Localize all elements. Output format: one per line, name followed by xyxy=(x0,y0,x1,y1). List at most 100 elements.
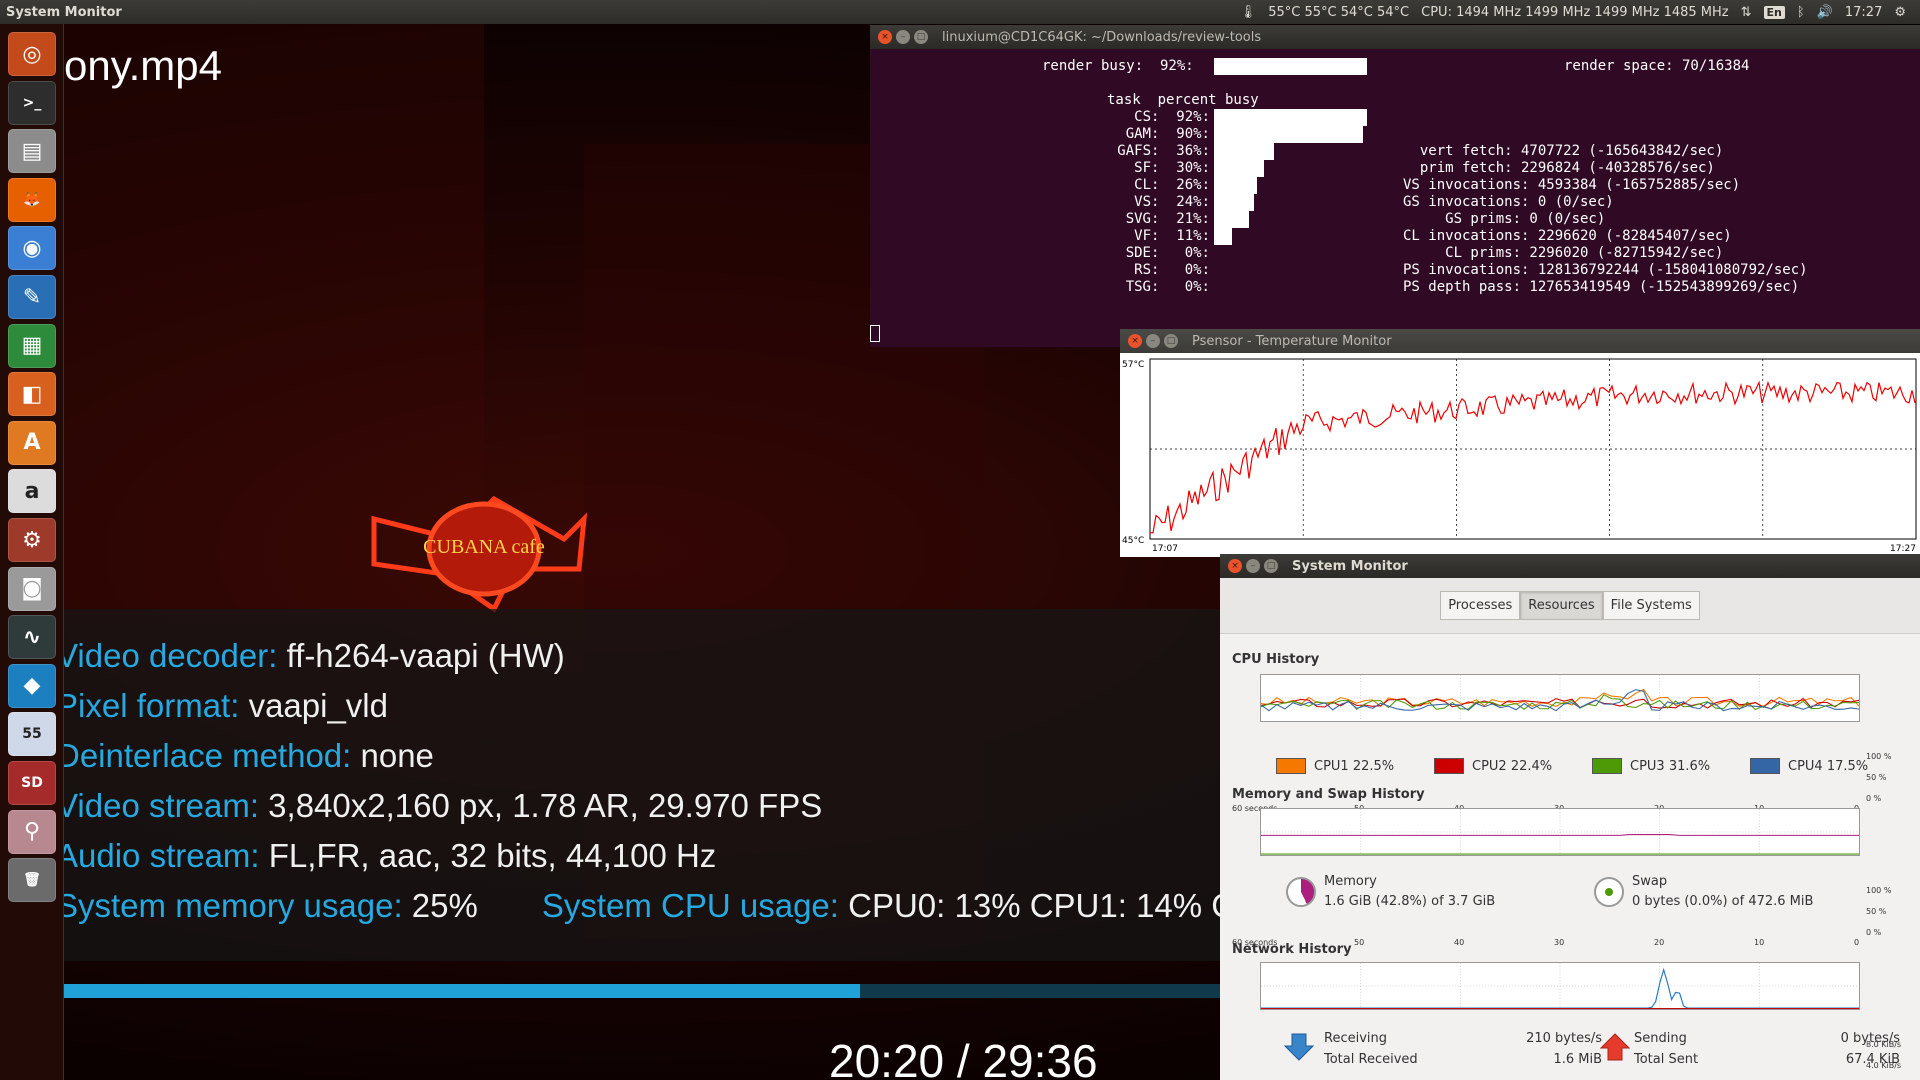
tab-resources[interactable]: Resources xyxy=(1520,591,1603,620)
temperature-graph: 57°C 45°C 17:07 17:27 xyxy=(1122,358,1917,554)
close-icon[interactable]: × xyxy=(1128,334,1142,348)
temperature-readout[interactable]: 55°C 55°C 54°C 54°C xyxy=(1268,5,1409,20)
receiving-arrow-icon[interactable] xyxy=(1284,1032,1314,1062)
cpu-legend-item[interactable]: CPU4 17.5% xyxy=(1750,758,1868,774)
sysmon-titlebar[interactable]: × – □ System Monitor xyxy=(1220,554,1920,578)
cpu-frequency-readout[interactable]: CPU: 1494 MHz 1499 MHz 1499 MHz 1485 MHz xyxy=(1421,5,1728,20)
memory-history-graph xyxy=(1260,808,1860,856)
sysmon-title: System Monitor xyxy=(1292,558,1408,574)
network-icon[interactable]: ⇅ xyxy=(1741,5,1752,20)
cpu-color-swatch[interactable] xyxy=(1750,758,1780,774)
psensor-window[interactable]: × – □ Psensor - Temperature Monitor 57°C… xyxy=(1120,329,1920,557)
task-row: GAFS: 36%: xyxy=(1117,143,1210,159)
task-busy-bar xyxy=(1214,109,1367,126)
gear-icon[interactable]: ⚙ xyxy=(1894,5,1906,20)
sending-rate: 0 bytes/s xyxy=(1840,1031,1900,1046)
cpu-legend-label: CPU3 31.6% xyxy=(1630,758,1711,774)
cpu-color-swatch[interactable] xyxy=(1434,758,1464,774)
y-min-label: 45°C xyxy=(1122,536,1144,546)
task-busy-bar xyxy=(1214,228,1233,245)
codec-info-label: System CPU usage: xyxy=(541,887,849,924)
cpu-legend-item[interactable]: CPU3 31.6% xyxy=(1592,758,1710,774)
gpu-stat-line: GS invocations: 0 (0/sec) xyxy=(1403,194,1614,210)
terminal-titlebar[interactable]: × – □ linuxium@CD1C64GK: ~/Downloads/rev… xyxy=(870,25,1920,49)
clock[interactable]: 17:27 xyxy=(1845,5,1882,20)
codec-info-value: CPU0: 13% CPU1: 14% CP xyxy=(848,887,1258,924)
files-icon[interactable]: ▤ xyxy=(8,129,56,174)
thermometer-icon[interactable]: 🌡 xyxy=(1240,5,1257,20)
kodi-icon[interactable]: ◆ xyxy=(8,663,56,708)
cpu-legend-label: CPU2 22.4% xyxy=(1472,758,1553,774)
usb-drive-icon[interactable]: ⚲ xyxy=(8,809,56,854)
task-header: task percent busy xyxy=(1107,92,1259,108)
amazon-icon[interactable]: a xyxy=(8,469,56,514)
psensor-icon[interactable]: 55 xyxy=(8,712,56,757)
codec-info-label: Audio stream: xyxy=(64,837,269,874)
cpu-legend-item[interactable]: CPU1 22.5% xyxy=(1276,758,1394,774)
calc-icon[interactable]: ▦ xyxy=(8,323,56,368)
cpu-legend-label: CPU4 17.5% xyxy=(1788,758,1869,774)
ubuntu-dash-icon[interactable]: ◎ xyxy=(8,32,56,76)
trash-icon[interactable]: 🗑 xyxy=(8,858,56,903)
keyboard-layout-indicator[interactable]: En xyxy=(1763,5,1785,19)
tab-file-systems[interactable]: File Systems xyxy=(1602,591,1700,620)
settings-icon[interactable]: ⚙ xyxy=(8,518,56,562)
swap-label: Swap xyxy=(1632,874,1668,889)
codec-info-line: Video decoder: ff-h264-vaapi (HW) xyxy=(64,637,565,675)
render-busy-bar xyxy=(1214,58,1367,75)
gpu-stat-line: CL prims: 2296020 (-82715942/sec) xyxy=(1403,245,1724,261)
playback-progress-bar[interactable] xyxy=(64,984,1224,998)
tab-processes[interactable]: Processes xyxy=(1440,591,1521,620)
x-axis-label: 0 xyxy=(1854,938,1860,947)
codec-info-line: Deinterlace method: none xyxy=(64,737,434,775)
task-row: SF: 30%: xyxy=(1134,160,1210,176)
codec-info-line: Video stream: 3,840x2,160 px, 1.78 AR, 2… xyxy=(64,787,822,825)
x-axis-label: 40 xyxy=(1454,938,1465,947)
impress-icon[interactable]: ◧ xyxy=(8,372,56,417)
chrome-icon[interactable]: ◉ xyxy=(8,226,56,271)
terminal-icon[interactable]: >_ xyxy=(8,80,56,125)
cpu-history-heading: CPU History xyxy=(1232,652,1320,667)
y-axis-label: 100 % xyxy=(1866,886,1892,895)
y-max-label: 57°C xyxy=(1122,360,1144,370)
cpu-color-swatch[interactable] xyxy=(1276,758,1306,774)
bluetooth-icon[interactable]: ᛒ xyxy=(1797,5,1805,20)
total-received-label: Total Received xyxy=(1324,1052,1418,1067)
cpu-legend-item[interactable]: CPU2 22.4% xyxy=(1434,758,1552,774)
maximize-icon[interactable]: □ xyxy=(1264,559,1278,573)
task-row: CL: 26%: xyxy=(1134,177,1210,193)
minimize-icon[interactable]: – xyxy=(1246,559,1260,573)
minimize-icon[interactable]: – xyxy=(896,30,910,44)
task-row: VS: 24%: xyxy=(1134,194,1210,210)
camera-icon[interactable]: ◙ xyxy=(8,566,56,611)
sending-arrow-icon[interactable] xyxy=(1600,1032,1630,1062)
render-busy-label: render busy: 92%: xyxy=(1042,58,1194,74)
volume-icon[interactable]: 🔊 xyxy=(1817,5,1833,20)
receiving-label: Receiving xyxy=(1324,1031,1388,1046)
software-center-icon[interactable]: A xyxy=(8,420,56,465)
system-monitor-window[interactable]: × – □ System Monitor Processes Resources… xyxy=(1220,554,1920,1080)
maximize-icon[interactable]: □ xyxy=(1164,334,1178,348)
close-icon[interactable]: × xyxy=(878,30,892,44)
close-icon[interactable]: × xyxy=(1228,559,1242,573)
codec-info-value: vaapi_vld xyxy=(248,687,388,724)
firefox-icon[interactable]: 🦊 xyxy=(8,177,56,222)
task-row: RS: 0%: xyxy=(1134,262,1210,278)
psensor-titlebar[interactable]: × – □ Psensor - Temperature Monitor xyxy=(1120,329,1920,353)
codec-info-value: 25% xyxy=(411,887,478,924)
terminal-output[interactable]: render busy: 92%: render space: 70/16384… xyxy=(870,49,1920,347)
system-monitor-icon[interactable]: ∿ xyxy=(8,615,56,660)
memory-pie-icon[interactable] xyxy=(1286,877,1316,907)
swap-pie-icon[interactable] xyxy=(1594,877,1624,907)
cpu-legend-label: CPU1 22.5% xyxy=(1314,758,1395,774)
cpu-color-swatch[interactable] xyxy=(1592,758,1622,774)
maximize-icon[interactable]: □ xyxy=(914,30,928,44)
writer-icon[interactable]: ✎ xyxy=(8,275,56,319)
sd-card-icon[interactable]: SD xyxy=(8,761,56,805)
playback-time: 20:20 / 29:36 xyxy=(829,1035,1098,1080)
minimize-icon[interactable]: – xyxy=(1146,334,1160,348)
task-row: GAM: 90%: xyxy=(1125,126,1210,142)
codec-info-label: System memory usage: xyxy=(64,887,412,924)
task-busy-bar xyxy=(1214,143,1274,160)
terminal-window[interactable]: × – □ linuxium@CD1C64GK: ~/Downloads/rev… xyxy=(870,25,1920,347)
